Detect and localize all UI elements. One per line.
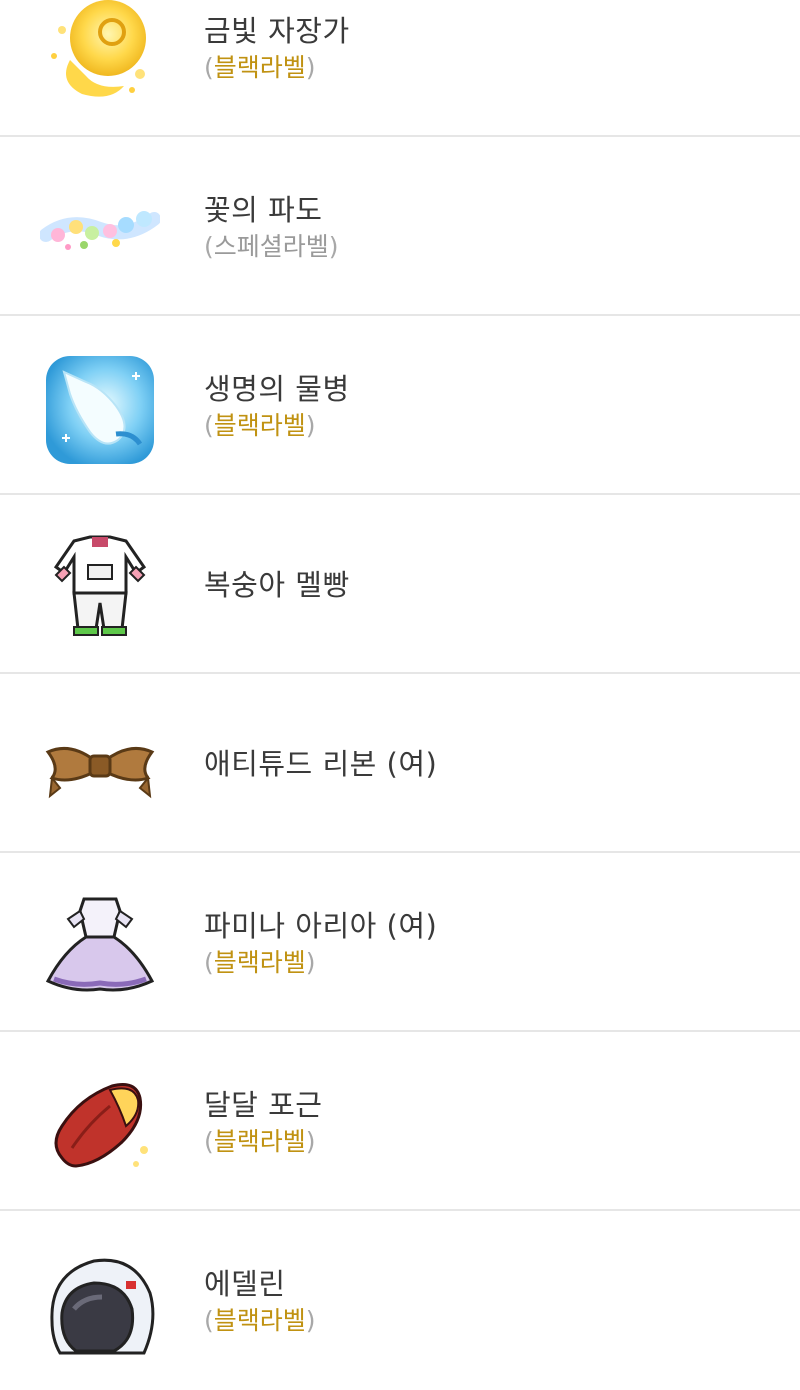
list-item[interactable]: 생명의 물병 (블랙라벨) xyxy=(0,316,800,495)
item-label: (블랙라벨) xyxy=(204,947,316,977)
item-name: 복숭아 멜빵 xyxy=(204,567,350,602)
item-text: 금빛 자장가 (블랙라벨) xyxy=(204,0,350,137)
helmet-icon xyxy=(40,1243,160,1363)
item-text: 파미나 아리아 (여) (블랙라벨) xyxy=(204,853,437,1032)
item-text: 복숭아 멜빵 xyxy=(204,495,350,674)
item-name: 파미나 아리아 (여) xyxy=(204,908,438,943)
item-name: 에델린 xyxy=(204,1266,286,1301)
item-text: 애티튜드 리본 (여) xyxy=(204,674,437,853)
list-item[interactable]: 에델린 (블랙라벨) xyxy=(0,1211,800,1390)
list-item[interactable]: 복숭아 멜빵 xyxy=(0,495,800,674)
item-name: 생명의 물병 xyxy=(204,371,350,406)
item-name: 꽃의 파도 xyxy=(204,192,323,227)
item-label: (블랙라벨) xyxy=(204,1126,316,1156)
sweet-potato-icon xyxy=(40,1064,160,1184)
purple-dress-icon xyxy=(40,885,160,1005)
item-name: 달달 포근 xyxy=(204,1087,323,1122)
item-text: 에델린 (블랙라벨) xyxy=(204,1211,316,1390)
list-item[interactable]: 꽃의 파도 (스페셜라벨) xyxy=(0,137,800,316)
list-item[interactable]: 파미나 아리아 (여) (블랙라벨) xyxy=(0,853,800,1032)
item-label: (블랙라벨) xyxy=(204,1305,316,1335)
brown-ribbon-icon xyxy=(40,706,160,826)
item-name: 애티튜드 리본 (여) xyxy=(204,746,438,781)
item-label: (블랙라벨) xyxy=(204,52,316,82)
flower-wave-icon xyxy=(40,169,160,289)
peach-overalls-icon xyxy=(40,527,160,647)
item-list: 금빛 자장가 (블랙라벨) 꽃의 파도 (스페셜라벨) 생명의 물병 (블랙라벨… xyxy=(0,0,800,1390)
item-label: (블랙라벨) xyxy=(204,410,316,440)
golden-moon-icon xyxy=(40,0,160,110)
item-text: 달달 포근 (블랙라벨) xyxy=(204,1032,322,1211)
water-bottle-icon xyxy=(40,348,160,468)
list-item[interactable]: 애티튜드 리본 (여) xyxy=(0,674,800,853)
item-name: 금빛 자장가 xyxy=(204,13,350,48)
item-label: (스페셜라벨) xyxy=(204,231,339,261)
list-item[interactable]: 금빛 자장가 (블랙라벨) xyxy=(0,0,800,137)
item-text: 꽃의 파도 (스페셜라벨) xyxy=(204,137,339,316)
list-item[interactable]: 달달 포근 (블랙라벨) xyxy=(0,1032,800,1211)
item-text: 생명의 물병 (블랙라벨) xyxy=(204,316,350,495)
